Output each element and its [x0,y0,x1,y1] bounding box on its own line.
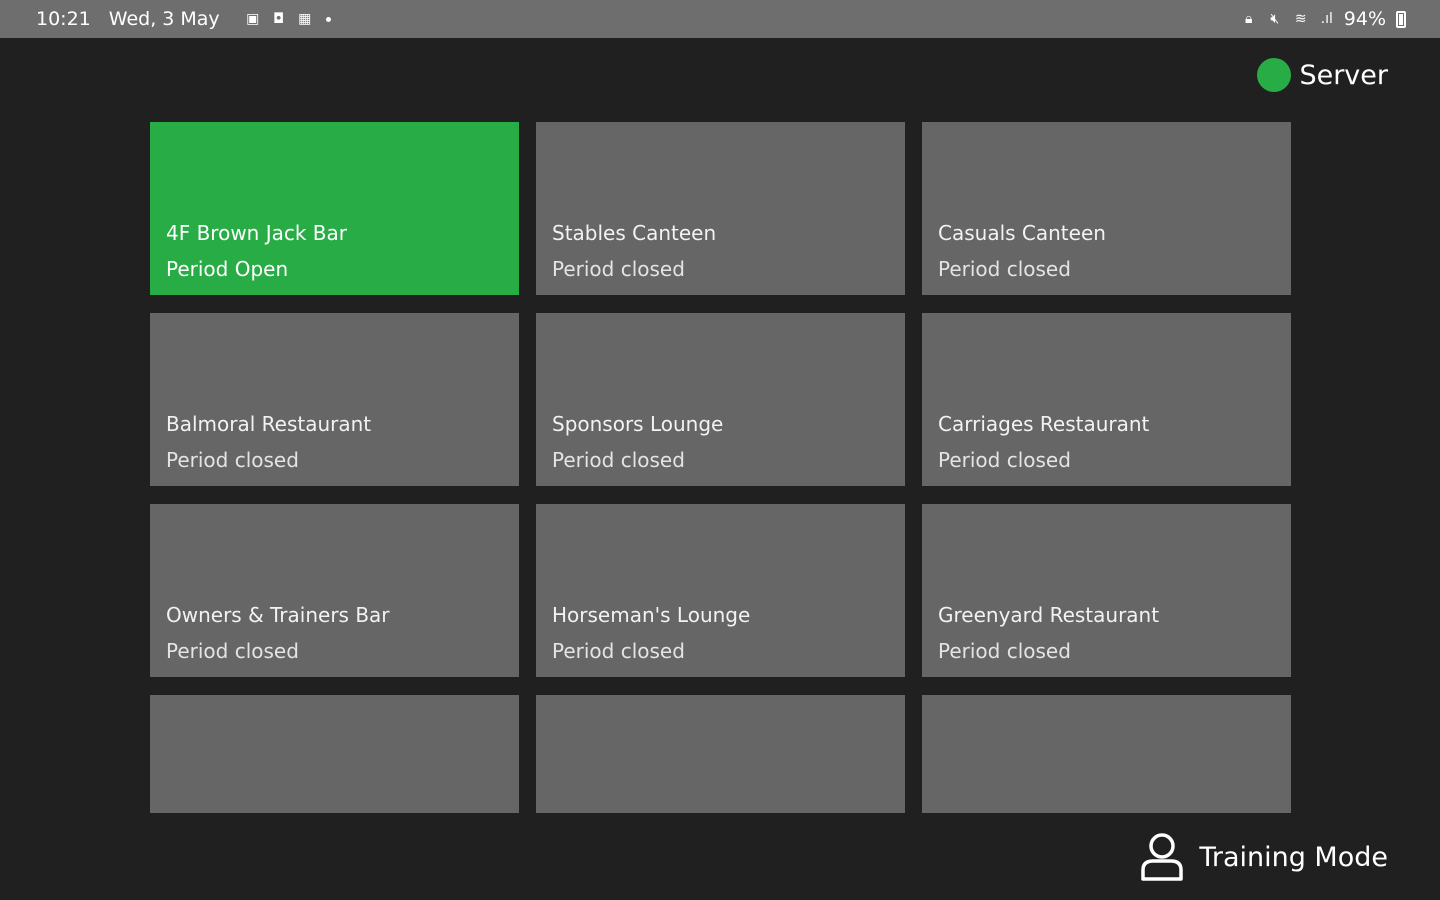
venue-tile[interactable]: 4F Galileo Bar [536,695,905,813]
venue-period-status: Period closed [552,639,685,663]
training-mode-label: Training Mode [1199,841,1388,873]
qr-notification-icon: ▦ [298,11,312,27]
person-icon [1139,832,1185,882]
system-status-bar: 10:21 Wed, 3 May ▣ ◘ ▦ 🔒︎ 🔇︎ ≋ .ıl 94% [0,0,1440,38]
date: Wed, 3 May [108,8,220,30]
lock-icon: 🔒︎ [1245,11,1253,27]
clock: 10:21 [36,8,91,30]
venue-tile[interactable]: Old Paddock Restaurant [922,695,1291,813]
venue-tile[interactable]: Sponsors Lounge Period closed [536,313,905,486]
venue-tile[interactable]: Casuals Canteen Period closed [922,122,1291,295]
venue-name: Casuals Canteen [938,221,1106,245]
training-mode-button[interactable]: Training Mode [1139,832,1388,882]
gallery-notification-icon: ▣ [246,11,260,27]
venue-tile[interactable]: Greenyard Restaurant Period closed [922,504,1291,677]
venue-grid: 4F Brown Jack Bar Period Open Stables Cant… [150,122,1292,813]
venue-name: 4F Brown Jack Bar [166,221,348,245]
venue-name: Greenyard Restaurant [938,603,1160,627]
venue-period-status: Period closed [552,448,685,472]
server-status-indicator-icon [1257,58,1292,92]
venue-tile[interactable]: Carriages Restaurant Period closed [922,313,1291,486]
venue-tile[interactable]: Stables Canteen Period closed [536,122,905,295]
battery-percent: 94% [1343,8,1386,30]
venue-period-status: Period closed [552,257,685,281]
wifi-icon: ≋ [1294,11,1307,27]
mute-icon: 🔇︎ [1270,11,1280,27]
venue-name: Sponsors Lounge [552,412,724,436]
venue-period-status: Period closed [938,639,1071,663]
server-status: Server [1257,58,1388,92]
venue-tile[interactable]: Owners & Trainers Bar Period closed [150,504,519,677]
venue-name: Carriages Restaurant [938,412,1150,436]
venue-period-status: Period closed [166,448,299,472]
venue-tile[interactable]: 4F Frankel Bar [150,695,519,813]
venue-period-status: Period closed [938,257,1071,281]
server-label: Server [1299,59,1388,91]
more-notifications-icon [325,16,331,22]
signal-icon: .ıl [1320,11,1333,27]
venue-name: Stables Canteen [552,221,717,245]
battery-icon [1396,10,1406,28]
venue-tile[interactable]: 4F Brown Jack Bar Period Open [150,122,519,295]
venue-period-status: Period closed [166,639,299,663]
venue-tile[interactable]: Balmoral Restaurant Period closed [150,313,519,486]
venue-tile[interactable]: Horseman's Lounge Period closed [536,504,905,677]
venue-name: Balmoral Restaurant [166,412,372,436]
venue-period-status: Period Open [166,257,289,281]
status-bar-right: 🔒︎ 🔇︎ ≋ .ıl 94% [1240,8,1406,30]
venue-name: Horseman's Lounge [552,603,751,627]
venue-period-status: Period closed [938,448,1071,472]
venue-grid-scroll[interactable]: 4F Brown Jack Bar Period Open Stables Cant… [150,122,1292,813]
venue-name: Owners & Trainers Bar [166,603,390,627]
app-notification-icon: ◘ [273,11,285,27]
status-bar-left: 10:21 Wed, 3 May ▣ ◘ ▦ [36,8,331,30]
